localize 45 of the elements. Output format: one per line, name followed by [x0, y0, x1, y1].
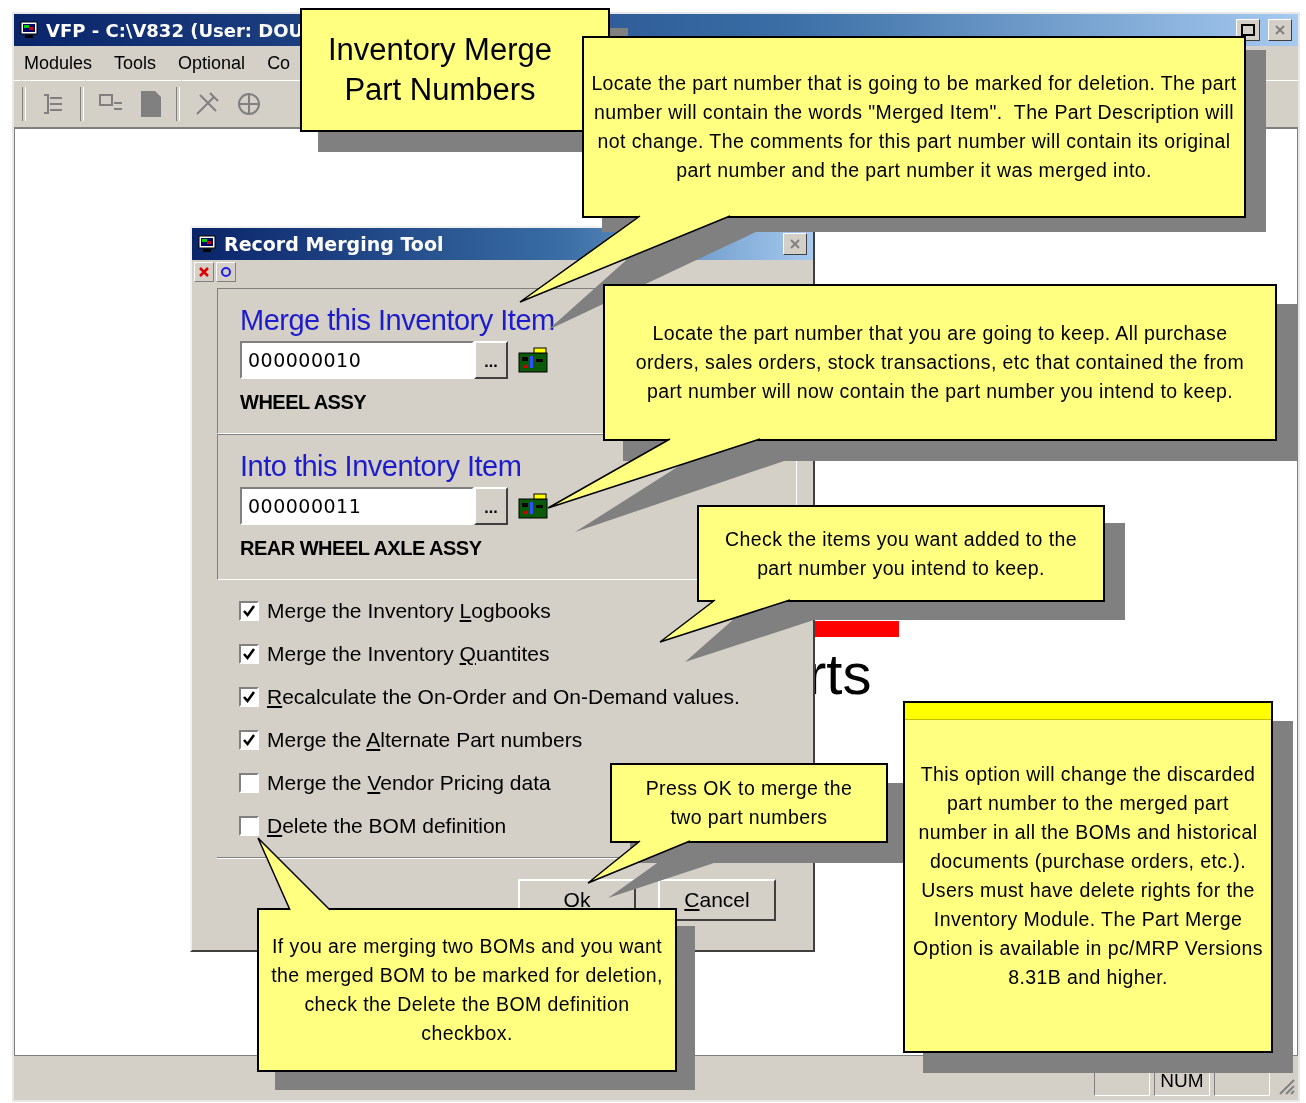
checkbox[interactable] [239, 730, 259, 750]
callout-text: Locate the part number that is going to be marked for deletion. The part number will contain the words "Merged Item". The Part Description will not change. The comments for this part number will contain its original part number and the part number it was merged into. [590, 71, 1238, 183]
checkbox-label[interactable]: Delete the BOM definition [267, 815, 507, 837]
menu-item[interactable]: Modules [24, 52, 93, 74]
callout-title: Inventory Merge Part Numbers [327, 31, 553, 109]
part-number-field[interactable]: 000000011 [240, 487, 474, 525]
browse-button[interactable]: ... [474, 341, 508, 379]
group-heading: Merge this Inventory Item [240, 303, 555, 337]
callout-text: If you are merging two BOMs and you want the merged BOM to be marked for deletion, check the Delete the BOM definition checkbox. [271, 934, 663, 1046]
close-button[interactable] [783, 233, 807, 255]
checkbox-label[interactable]: Merge the Alternate Part numbers [267, 729, 583, 751]
callout-text: Locate the part number that you are going to keep. All purchase orders, sales orders, stock transactions, etc that contained the from part number will now contain the part number you intend to keep. [635, 321, 1245, 404]
callout-text: Check the items you want added to the part number you intend to keep. [724, 526, 1078, 581]
app-icon [20, 21, 38, 39]
circuit-board-icon[interactable] [518, 347, 548, 373]
checkbox[interactable] [239, 687, 259, 707]
close-icon [1274, 24, 1286, 36]
checkbox[interactable] [239, 816, 259, 836]
window-title: VFP - C:\V832 (User: DOU [46, 19, 304, 41]
cancel-button[interactable]: Cancel [658, 879, 776, 921]
browse-button[interactable]: ... [474, 487, 508, 525]
checkbox[interactable] [239, 773, 259, 793]
dialog-title: Record Merging Tool [224, 233, 444, 255]
close-button[interactable] [1268, 19, 1292, 41]
maximize-button[interactable] [1236, 19, 1260, 41]
app-icon [198, 235, 216, 253]
part-description: WHEEL ASSY [240, 391, 367, 414]
checkbox-label[interactable]: Merge the Vendor Pricing data [267, 772, 551, 794]
delete-icon[interactable] [194, 262, 214, 282]
group-heading: Into this Inventory Item [240, 449, 522, 483]
part-number-field[interactable]: 000000010 [240, 341, 474, 379]
checkbox-label[interactable]: Recalculate the On-Order and On-Demand values. [267, 686, 740, 708]
checkbox-label[interactable]: Merge the Inventory Quantites [267, 643, 550, 665]
circuit-board-icon[interactable] [518, 493, 548, 519]
checkbox[interactable] [239, 644, 259, 664]
close-icon [789, 238, 801, 250]
menu-item[interactable]: Co [267, 52, 291, 74]
callout-text: Press OK to merge the two part numbers [644, 776, 854, 830]
callout-text: This option will change the discarded part number to the merged part number in all the BOMs and historical documents (purchase orders, etc.). Users must have delete rights for the Inventory Module. The Part Merge Option is available in pc/MRP Versions 8.31B and higher. [912, 762, 1264, 990]
checkbox[interactable] [239, 601, 259, 621]
menu-item[interactable]: Optional [178, 52, 246, 74]
checkbox-label[interactable]: Merge the Inventory Logbooks [267, 600, 551, 622]
part-description: REAR WHEEL AXLE ASSY [240, 537, 482, 560]
menu-item[interactable]: Tools [114, 52, 157, 74]
document-icon[interactable] [138, 89, 164, 119]
